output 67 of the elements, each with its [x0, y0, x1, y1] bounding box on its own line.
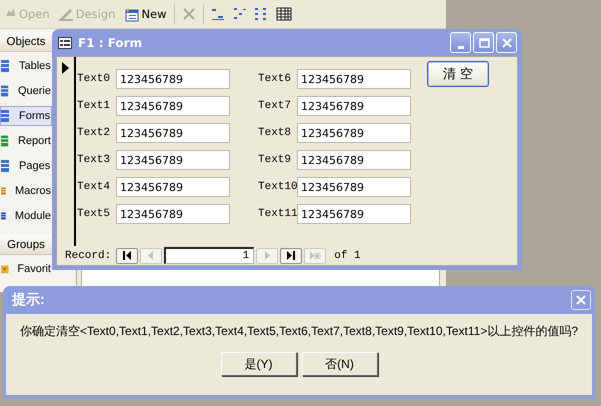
- field-label: Text11: [258, 208, 297, 220]
- record-count: of 1: [334, 250, 361, 262]
- objects-header[interactable]: Objects: [0, 32, 52, 52]
- pencil-icon: [58, 6, 74, 22]
- sidebar-item[interactable]: Pages: [0, 156, 52, 176]
- field-label: Text7: [258, 100, 292, 112]
- field-label: Text5: [77, 208, 112, 220]
- text-field[interactable]: 123456789: [116, 150, 230, 170]
- text-field[interactable]: 123456789: [297, 123, 411, 143]
- groups-header[interactable]: Groups: [0, 235, 52, 255]
- sidebar-item[interactable]: Querie: [0, 81, 52, 101]
- close-icon: [500, 36, 512, 48]
- yes-button[interactable]: 是(Y): [220, 352, 296, 376]
- first-arrow-icon: [122, 250, 133, 261]
- field-label: Text8: [258, 127, 292, 139]
- record-label: Record:: [65, 250, 112, 262]
- maximize-icon: [478, 36, 490, 48]
- details-icon: [276, 6, 292, 22]
- field-label: Text1: [77, 100, 112, 112]
- close-icon: [575, 294, 587, 306]
- sidebar-item[interactable]: Module: [0, 206, 52, 226]
- text-field[interactable]: 123456789: [297, 177, 411, 197]
- field-label: Text0: [77, 73, 112, 85]
- no-button[interactable]: 否(N): [302, 352, 378, 376]
- field-label: Text6: [258, 73, 292, 85]
- text-field[interactable]: 123456789: [116, 177, 230, 197]
- text-field[interactable]: 123456789: [297, 150, 411, 170]
- new-form-icon: [123, 6, 140, 22]
- object-icon: [1, 109, 11, 123]
- minimize-button[interactable]: [450, 32, 471, 53]
- maximize-button[interactable]: [473, 32, 494, 53]
- new-record-icon: [310, 250, 321, 261]
- object-icon: [1, 59, 11, 73]
- text-field[interactable]: 123456789: [297, 204, 411, 224]
- object-icon: [1, 159, 11, 173]
- dialog-message: 你确定清空<Text0,Text1,Text2,Text3,Text4,Text5,Text6,Text7,Text8,Text9,Text10,Text11>以上控件的值吗?: [20, 323, 578, 340]
- text-field[interactable]: 123456789: [297, 96, 411, 116]
- sidebar-item[interactable]: Tables: [0, 56, 52, 76]
- field-label: Text3: [77, 154, 112, 166]
- dialog-title: 提示:: [12, 291, 46, 309]
- field-label: Text10: [258, 181, 297, 193]
- close-button[interactable]: [571, 290, 591, 310]
- last-record-button[interactable]: [280, 248, 302, 264]
- form-icon: [58, 36, 72, 48]
- window-title: F1 : Form: [78, 36, 144, 50]
- first-record-button[interactable]: [116, 248, 138, 264]
- delete-icon: [180, 6, 197, 22]
- field-label: Text9: [258, 154, 292, 166]
- minimize-icon: [458, 46, 464, 48]
- field-label: Text4: [77, 181, 112, 193]
- sidebar-item[interactable]: Report: [0, 131, 52, 151]
- record-pointer-icon: [62, 62, 69, 74]
- object-icon: [1, 84, 10, 98]
- text-field[interactable]: 123456789: [116, 69, 230, 89]
- text-field[interactable]: 123456789: [297, 69, 411, 89]
- sidebar-item[interactable]: Forms: [0, 106, 52, 126]
- toolbar-button[interactable]: New: [122, 4, 168, 24]
- text-field[interactable]: 123456789: [116, 204, 230, 224]
- sidebar-item[interactable]: Favorit: [0, 259, 52, 279]
- text-field[interactable]: 123456789: [116, 123, 230, 143]
- last-arrow-icon: [286, 250, 297, 261]
- sidebar-item[interactable]: Macros: [0, 181, 52, 201]
- field-label: Text2: [77, 127, 112, 139]
- object-icon: [1, 134, 10, 148]
- text-field[interactable]: 123456789: [116, 96, 230, 116]
- clear-button[interactable]: 清 空: [427, 61, 489, 87]
- record-number-field[interactable]: 1: [164, 247, 254, 264]
